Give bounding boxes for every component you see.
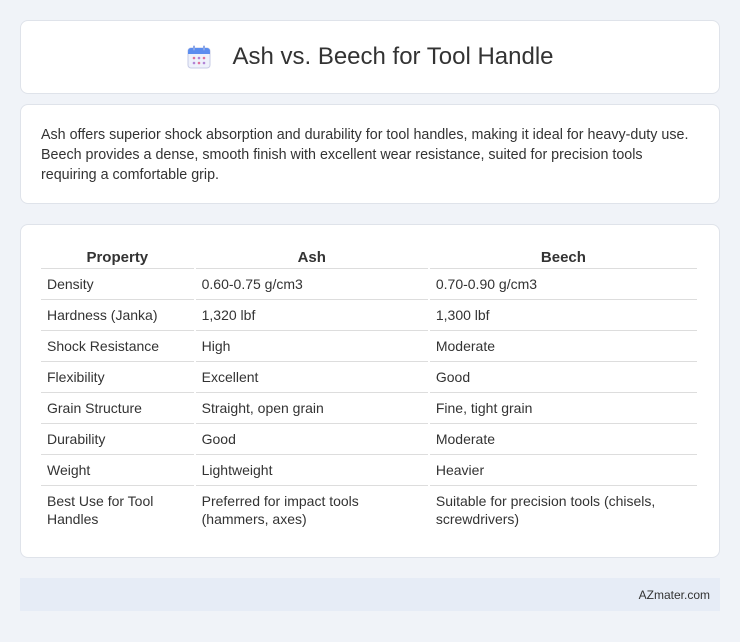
table-row: Flexibility Excellent Good bbox=[41, 362, 697, 393]
footer: AZmater.com bbox=[20, 578, 720, 611]
cell-ash: Good bbox=[195, 424, 428, 455]
table-row: Grain Structure Straight, open grain Fin… bbox=[41, 393, 697, 424]
comparison-card: Property Ash Beech Density 0.60-0.75 g/c… bbox=[20, 224, 720, 558]
cell-beech: Moderate bbox=[429, 331, 697, 362]
cell-property: Grain Structure bbox=[41, 393, 194, 424]
calendar-icon bbox=[186, 44, 212, 70]
table-row: Durability Good Moderate bbox=[41, 424, 697, 455]
cell-property: Best Use for Tool Handles bbox=[47, 493, 154, 527]
header-card: Ash vs. Beech for Tool Handle bbox=[20, 20, 720, 94]
cell-ash: High bbox=[195, 331, 428, 362]
cell-beech: 1,300 lbf bbox=[429, 300, 697, 331]
cell-beech: Suitable for precision tools (chisels, s… bbox=[435, 493, 656, 527]
cell-ash: 1,320 lbf bbox=[195, 300, 428, 331]
footer-site-link[interactable]: AZmater.com bbox=[639, 588, 710, 602]
intro-text: Ash offers superior shock absorption and… bbox=[41, 127, 689, 183]
cell-ash: 0.60-0.75 g/cm3 bbox=[195, 269, 428, 300]
page-title: Ash vs. Beech for Tool Handle bbox=[232, 43, 554, 70]
header: Ash vs. Beech for Tool Handle bbox=[186, 43, 554, 71]
cell-property: Density bbox=[41, 269, 194, 300]
cell-ash: Preferred for impact tools (hammers, axe… bbox=[201, 493, 359, 527]
cell-beech: 0.70-0.90 g/cm3 bbox=[429, 269, 697, 300]
intro-card: Ash offers superior shock absorption and… bbox=[20, 104, 720, 204]
table-row: Best Use for Tool Handles Preferred for … bbox=[41, 486, 697, 534]
cell-property: Durability bbox=[41, 424, 194, 455]
cell-ash: Straight, open grain bbox=[195, 393, 428, 424]
table-row: Density 0.60-0.75 g/cm3 0.70-0.90 g/cm3 bbox=[41, 269, 697, 300]
cell-ash: Excellent bbox=[195, 362, 428, 393]
cell-beech: Heavier bbox=[429, 455, 697, 486]
cell-property: Flexibility bbox=[41, 362, 194, 393]
cell-beech: Fine, tight grain bbox=[429, 393, 697, 424]
header-ash: Ash bbox=[195, 245, 428, 269]
header-beech: Beech bbox=[429, 245, 697, 269]
table-row: Hardness (Janka) 1,320 lbf 1,300 lbf bbox=[41, 300, 697, 331]
cell-beech: Moderate bbox=[429, 424, 697, 455]
table-row: Weight Lightweight Heavier bbox=[41, 455, 697, 486]
comparison-table: Property Ash Beech Density 0.60-0.75 g/c… bbox=[39, 245, 699, 534]
cell-property: Weight bbox=[41, 455, 194, 486]
cell-property: Shock Resistance bbox=[41, 331, 194, 362]
header-property: Property bbox=[41, 245, 194, 269]
cell-beech: Good bbox=[429, 362, 697, 393]
cell-ash: Lightweight bbox=[195, 455, 428, 486]
table-row: Shock Resistance High Moderate bbox=[41, 331, 697, 362]
table-header-row: Property Ash Beech bbox=[41, 245, 697, 269]
cell-property: Hardness (Janka) bbox=[41, 300, 194, 331]
